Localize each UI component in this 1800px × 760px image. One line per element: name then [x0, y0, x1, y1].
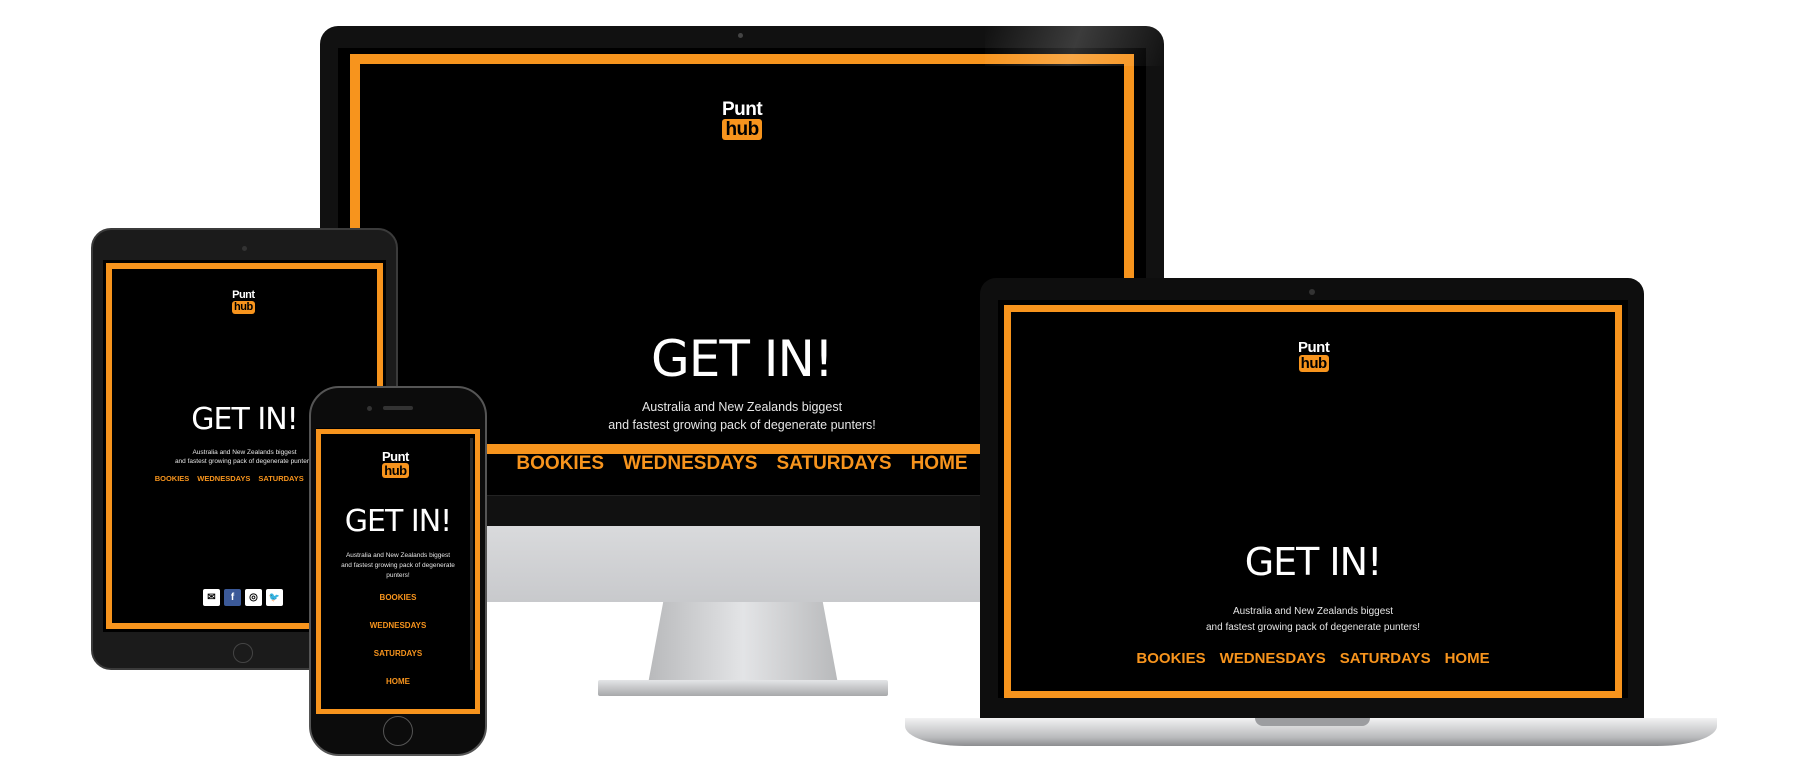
- ipad-camera: [242, 246, 247, 251]
- nav-saturdays-link[interactable]: SATURDAYS: [1340, 650, 1431, 667]
- ipad-home-button[interactable]: [233, 643, 253, 663]
- nav-home-link[interactable]: HOME: [386, 677, 410, 686]
- macbook-opening-notch: [1255, 718, 1370, 726]
- imac-stand-foot: [598, 680, 888, 696]
- iphone-tagline: Australia and New Zealands biggest and f…: [341, 552, 455, 579]
- nav-bookies-link[interactable]: BOOKIES: [516, 453, 604, 475]
- logo-punt-text: Punt: [1298, 339, 1330, 356]
- nav-saturdays-link[interactable]: SATURDAYS: [374, 649, 422, 658]
- macbook-screen: Punt hub GET IN! Australia and New Zeala…: [998, 300, 1628, 698]
- nav-home-link[interactable]: HOME: [911, 453, 968, 475]
- instagram-icon[interactable]: ◎: [245, 589, 262, 606]
- imac-glare: [985, 26, 1165, 66]
- macbook-nav: BOOKIES WEDNESDAYS SATURDAYS HOME: [998, 650, 1628, 667]
- ipad-social-links: ✉ f ◎ 🐦: [203, 589, 283, 606]
- iphone-home-button[interactable]: [383, 716, 413, 746]
- iphone-speaker: [383, 406, 413, 410]
- imac-stand-neck: [648, 602, 838, 684]
- nav-wednesdays-link[interactable]: WEDNESDAYS: [1220, 650, 1326, 667]
- logo-hub-text: hub: [1298, 355, 1329, 372]
- ipad-punthub-logo[interactable]: Punt hub: [232, 290, 255, 314]
- logo-hub-text: hub: [232, 301, 255, 314]
- nav-wednesdays-link[interactable]: WEDNESDAYS: [370, 621, 427, 630]
- nav-wednesdays-link[interactable]: WEDNESDAYS: [197, 474, 250, 483]
- nav-bookies-link[interactable]: BOOKIES: [155, 474, 190, 483]
- nav-wednesdays-link[interactable]: WEDNESDAYS: [623, 453, 757, 475]
- logo-punt-text: Punt: [722, 99, 763, 120]
- nav-saturdays-link[interactable]: SATURDAYS: [777, 453, 892, 475]
- iphone-headline: GET IN!: [344, 504, 452, 539]
- imac-punthub-logo[interactable]: Punt hub: [722, 99, 763, 140]
- nav-home-link[interactable]: HOME: [1445, 650, 1490, 667]
- twitter-icon[interactable]: 🐦: [266, 589, 283, 606]
- iphone-punthub-logo[interactable]: Punt hub: [382, 450, 409, 478]
- nav-saturdays-link[interactable]: SATURDAYS: [258, 474, 303, 483]
- macbook-camera: [1309, 289, 1315, 295]
- nav-bookies-link[interactable]: BOOKIES: [380, 593, 417, 602]
- logo-punt-text: Punt: [232, 289, 255, 301]
- macbook-tagline: Australia and New Zealands biggest and f…: [1205, 606, 1421, 633]
- imac-camera: [738, 33, 743, 38]
- logo-hub-text: hub: [382, 463, 409, 478]
- nav-bookies-link[interactable]: BOOKIES: [1136, 650, 1205, 667]
- macbook-punthub-logo[interactable]: Punt hub: [1298, 339, 1330, 372]
- iphone-screen: Punt hub GET IN! Australia and New Zeala…: [316, 428, 480, 714]
- iphone-nav: BOOKIES WEDNESDAYS SATURDAYS HOME: [316, 593, 480, 686]
- facebook-icon[interactable]: f: [224, 589, 241, 606]
- logo-hub-text: hub: [722, 119, 762, 140]
- iphone-camera: [367, 406, 372, 411]
- logo-punt-text: Punt: [382, 449, 409, 464]
- email-icon[interactable]: ✉: [203, 589, 220, 606]
- macbook-headline: GET IN!: [1244, 540, 1383, 584]
